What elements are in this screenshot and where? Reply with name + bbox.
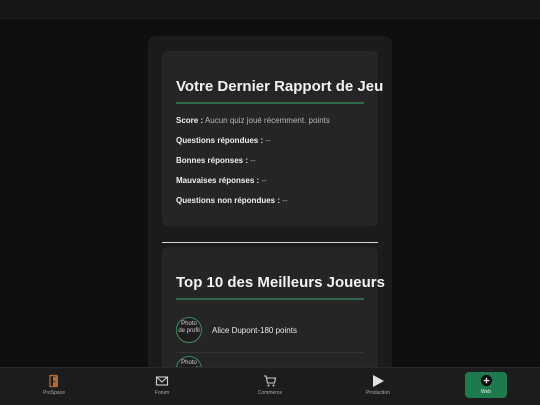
stat-value: --	[261, 176, 267, 185]
stat-correct: Bonnes réponses : --	[176, 156, 256, 165]
stat-unanswered: Questions non répondues : --	[176, 196, 288, 205]
nav-label: Commerce	[257, 390, 283, 396]
main-panel: Votre Dernier Rapport de Jeu Score : Auc…	[148, 36, 392, 376]
cart-icon	[230, 374, 310, 388]
envelope-icon	[122, 374, 202, 388]
nav-production[interactable]: Production	[338, 374, 418, 402]
leaderboard-row[interactable]: Photo de profil Alice Dupont-180 points	[176, 317, 364, 353]
play-icon	[338, 374, 418, 388]
title-underline	[176, 102, 364, 104]
top-bar	[0, 0, 540, 19]
stat-label: Questions répondues :	[176, 136, 264, 145]
stat-value: --	[282, 196, 288, 205]
leaderboard-title: Top 10 des Meilleurs Joueurs	[176, 274, 385, 291]
stat-score: Score : Aucun quiz joué récemment. point…	[176, 116, 330, 125]
stat-value: --	[250, 156, 256, 165]
avatar: Photo de profil	[176, 317, 202, 343]
stat-label: Questions non répondues :	[176, 196, 281, 205]
bottom-navigation: ProSpace Forum Commerce Production Web	[0, 367, 540, 405]
player-entry: Alice Dupont-180 points	[212, 326, 297, 335]
stat-value: --	[265, 136, 271, 145]
door-icon	[14, 374, 94, 388]
globe-icon	[465, 374, 507, 388]
row-separator	[176, 352, 364, 353]
nav-web[interactable]: Web	[465, 372, 507, 398]
section-divider	[162, 242, 378, 243]
nav-label: Production	[366, 390, 390, 396]
stat-answered: Questions répondues : --	[176, 136, 271, 145]
nav-commerce[interactable]: Commerce	[230, 374, 310, 402]
nav-label: Forum	[154, 390, 170, 396]
stat-label: Bonnes réponses :	[176, 156, 249, 165]
game-report-card: Votre Dernier Rapport de Jeu Score : Auc…	[162, 51, 383, 226]
report-title: Votre Dernier Rapport de Jeu	[176, 78, 384, 95]
nav-forum[interactable]: Forum	[122, 374, 202, 402]
stat-label: Mauvaises réponses :	[176, 176, 260, 185]
nav-label: ProSpace	[43, 390, 65, 396]
leaderboard-card: Top 10 des Meilleurs Joueurs Photo de pr…	[162, 247, 385, 376]
stat-label: Score :	[176, 116, 204, 125]
stat-wrong: Mauvaises réponses : --	[176, 176, 267, 185]
stat-value: Aucun quiz joué récemment. points	[204, 116, 330, 125]
nav-label: Web	[480, 389, 492, 395]
title-underline	[176, 298, 364, 300]
nav-prospace[interactable]: ProSpace	[14, 374, 94, 402]
